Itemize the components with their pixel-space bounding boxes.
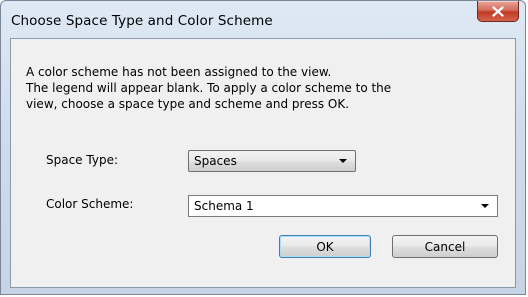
title-bar[interactable]: Choose Space Type and Color Scheme [1, 1, 525, 41]
space-type-value: Spaces [194, 154, 237, 168]
message-line: The legend will appear blank. To apply a… [26, 81, 392, 95]
dialog-title: Choose Space Type and Color Scheme [11, 13, 273, 29]
close-x-icon [492, 5, 504, 17]
info-message: A color scheme has not been assigned to … [26, 64, 506, 112]
message-line: A color scheme has not been assigned to … [26, 65, 332, 79]
dialog-window: Choose Space Type and Color Scheme A col… [0, 0, 526, 295]
space-type-label: Space Type: [46, 153, 118, 167]
color-scheme-label: Color Scheme: [46, 197, 134, 211]
close-button[interactable] [477, 1, 519, 22]
ok-button[interactable]: OK [279, 235, 371, 258]
space-type-dropdown[interactable]: Spaces [188, 150, 356, 172]
color-scheme-dropdown[interactable]: Schema 1 [188, 195, 498, 217]
chevron-down-icon [481, 204, 489, 208]
message-line: view, choose a space type and scheme and… [26, 97, 350, 111]
cancel-button[interactable]: Cancel [392, 235, 498, 258]
color-scheme-value: Schema 1 [194, 199, 254, 213]
chevron-down-icon [339, 159, 347, 163]
dialog-client-area: A color scheme has not been assigned to … [10, 38, 516, 288]
